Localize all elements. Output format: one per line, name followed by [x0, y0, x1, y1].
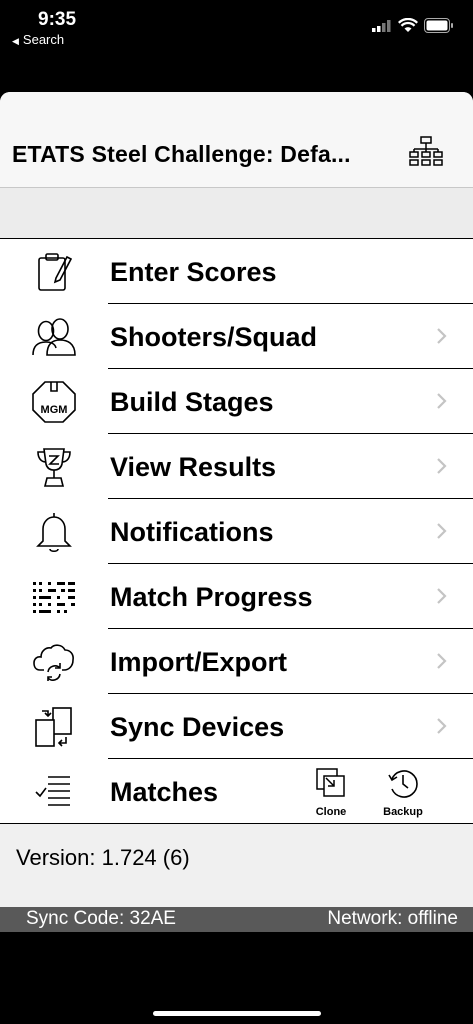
menu-item-notifications[interactable]: Notifications: [0, 499, 473, 564]
hierarchy-icon[interactable]: [409, 136, 443, 166]
menu-item-label: Matches: [110, 777, 219, 807]
clone-icon: [316, 768, 345, 797]
clipboard-pencil-icon: [26, 249, 82, 295]
battery-icon: [424, 18, 453, 33]
home-indicator[interactable]: [153, 1011, 321, 1016]
sync-status-bar: Sync Code: 32AE Network: offline: [0, 907, 473, 932]
clone-button[interactable]: Clone: [301, 767, 361, 818]
users-icon: [26, 314, 82, 360]
devices-sync-icon: [26, 704, 82, 750]
progress-grid-icon: [26, 574, 82, 620]
back-to-search-link[interactable]: ◀ Search: [12, 32, 64, 47]
status-bar: 9:35 ◀ Search: [0, 0, 473, 60]
mgm-target-icon: MGM: [26, 379, 82, 425]
chevron-right-icon: [437, 588, 447, 604]
menu-item-label: Enter Scores: [110, 257, 277, 287]
menu-item-shooters-squad[interactable]: Shooters/Squad: [0, 304, 473, 369]
menu-item-label: Notifications: [110, 517, 274, 547]
menu-item-sync-devices[interactable]: Sync Devices: [0, 694, 473, 759]
mgm-text: MGM: [41, 404, 68, 416]
menu-item-matches[interactable]: Matches Clone Backup: [0, 759, 473, 824]
backup-button[interactable]: Backup: [373, 767, 433, 818]
app-window: ETATS Steel Challenge: Defa... Enter Sco…: [0, 92, 473, 932]
checklist-icon: [26, 769, 82, 815]
chevron-right-icon: [437, 523, 447, 539]
chevron-right-icon: [437, 653, 447, 669]
trophy-icon: [26, 444, 82, 490]
signal-icon: [372, 20, 391, 32]
clone-label: Clone: [315, 806, 347, 818]
chevron-right-icon: [437, 718, 447, 734]
status-time: 9:35: [38, 9, 77, 30]
chevron-right-icon: [437, 393, 447, 409]
back-arrow-icon: ◀: [12, 36, 19, 46]
menu-item-view-results[interactable]: View Results: [0, 434, 473, 499]
back-label: Search: [22, 32, 65, 47]
menu-item-label: Sync Devices: [110, 712, 285, 742]
network-status: Network: offline: [327, 908, 458, 929]
main-menu: Enter Scores Shooters/Squad MGM Build St…: [0, 238, 473, 824]
menu-item-label: View Results: [110, 452, 277, 482]
menu-item-import-export[interactable]: Import/Export: [0, 629, 473, 694]
backup-label: Backup: [383, 806, 423, 818]
menu-item-label: Build Stages: [110, 387, 274, 417]
sync-code: Sync Code: 32AE: [26, 908, 176, 929]
menu-item-label: Match Progress: [110, 582, 313, 612]
cloud-sync-icon: [26, 639, 82, 685]
version-area: Version: 1.724 (6): [0, 824, 473, 907]
chevron-right-icon: [437, 458, 447, 474]
menu-item-label: Shooters/Squad: [110, 322, 318, 352]
chevron-right-icon: [437, 328, 447, 344]
menu-item-match-progress[interactable]: Match Progress: [0, 564, 473, 629]
version-text: Version: 1.724 (6): [16, 845, 190, 870]
menu-item-label: Import/Export: [110, 647, 288, 677]
wifi-icon: [398, 18, 418, 32]
bell-icon: [26, 509, 82, 555]
page-title: ETATS Steel Challenge: Defa...: [12, 141, 351, 167]
backup-clock-icon: [388, 770, 418, 798]
navigation-bar: ETATS Steel Challenge: Defa...: [0, 92, 473, 188]
menu-item-build-stages[interactable]: MGM Build Stages: [0, 369, 473, 434]
menu-item-enter-scores[interactable]: Enter Scores: [0, 239, 473, 304]
section-header-band: [0, 188, 473, 238]
